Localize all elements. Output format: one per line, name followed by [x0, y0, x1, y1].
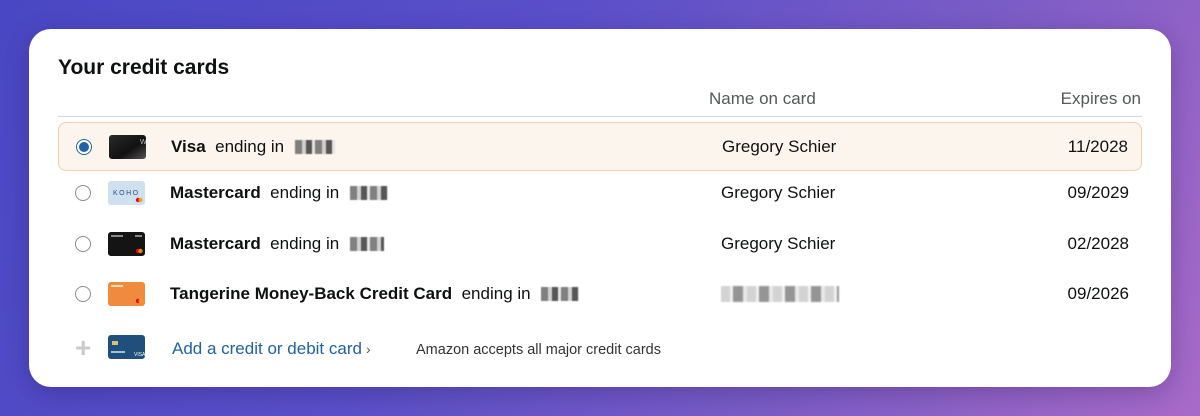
card-expiry: 09/2026	[1067, 283, 1129, 303]
card-holder-name: Gregory Schier	[721, 182, 836, 202]
card-description: Mastercard ending in	[170, 183, 388, 203]
card-brand: Visa	[171, 136, 206, 156]
card-expiry: 02/2028	[1067, 233, 1129, 253]
redacted-card-digits	[541, 287, 580, 302]
card-holder-name: Gregory Schier	[721, 233, 836, 253]
card-ending-text: ending in	[270, 182, 340, 202]
page-title: Your credit cards	[58, 56, 230, 79]
card-radio-selected[interactable]	[76, 138, 92, 155]
black-card-icon: W	[109, 134, 146, 159]
redacted-card-digits	[349, 237, 384, 252]
card-row-visa[interactable]: W Visa ending in Gregory Schier 11/2028	[58, 122, 1142, 171]
credit-cards-panel: Your credit cards Name on card Expires o…	[29, 29, 1171, 387]
card-brand: Mastercard	[170, 182, 261, 202]
card-holder-name: Gregory Schier	[722, 136, 837, 156]
svg-text:W: W	[140, 139, 146, 146]
card-brand: Mastercard	[170, 233, 261, 253]
redacted-card-holder-name	[721, 285, 839, 302]
redacted-card-digits	[294, 140, 335, 155]
column-header-expires: Expires on	[1060, 89, 1141, 108]
card-description: Mastercard ending in	[170, 234, 384, 254]
blue-card-icon: VISA	[108, 335, 145, 359]
svg-text:VISA: VISA	[134, 352, 145, 358]
card-brand: Tangerine Money-Back Credit Card	[170, 283, 453, 303]
add-card-row: + VISA Add a credit or debit card › Amazo…	[58, 333, 1142, 363]
koho-card-icon: KOHO	[108, 180, 145, 205]
chevron-right-icon: ›	[365, 341, 371, 357]
add-card-link-label[interactable]: Add a credit or debit card	[172, 339, 362, 358]
card-radio[interactable]	[75, 235, 91, 252]
column-header-name: Name on card	[709, 89, 816, 108]
card-ending-text: ending in	[215, 136, 285, 156]
koho-card-text: KOHO	[113, 190, 140, 197]
plus-icon[interactable]: +	[75, 334, 91, 362]
card-radio[interactable]	[75, 285, 91, 302]
card-description: Tangerine Money-Back Credit Card ending …	[170, 283, 580, 304]
header-divider	[58, 116, 1142, 117]
redacted-card-digits	[349, 186, 388, 201]
card-row-mastercard-koho[interactable]: KOHO Mastercard ending in Gregory Schier…	[58, 168, 1142, 217]
accepted-cards-note: Amazon accepts all major credit cards	[416, 342, 661, 358]
add-card-link[interactable]: Add a credit or debit card ›	[172, 339, 371, 359]
dark-mastercard-icon	[108, 231, 145, 256]
card-description: Visa ending in	[171, 137, 335, 157]
card-ending-text: ending in	[461, 283, 531, 303]
card-expiry: 09/2029	[1067, 182, 1129, 202]
card-row-mastercard-dark[interactable]: Mastercard ending in Gregory Schier 02/2…	[58, 219, 1142, 268]
card-row-tangerine[interactable]: Tangerine Money-Back Credit Card ending …	[58, 269, 1142, 318]
tangerine-card-icon	[108, 281, 145, 306]
card-ending-text: ending in	[270, 233, 340, 253]
card-radio[interactable]	[75, 184, 91, 201]
card-expiry: 11/2028	[1067, 136, 1128, 156]
